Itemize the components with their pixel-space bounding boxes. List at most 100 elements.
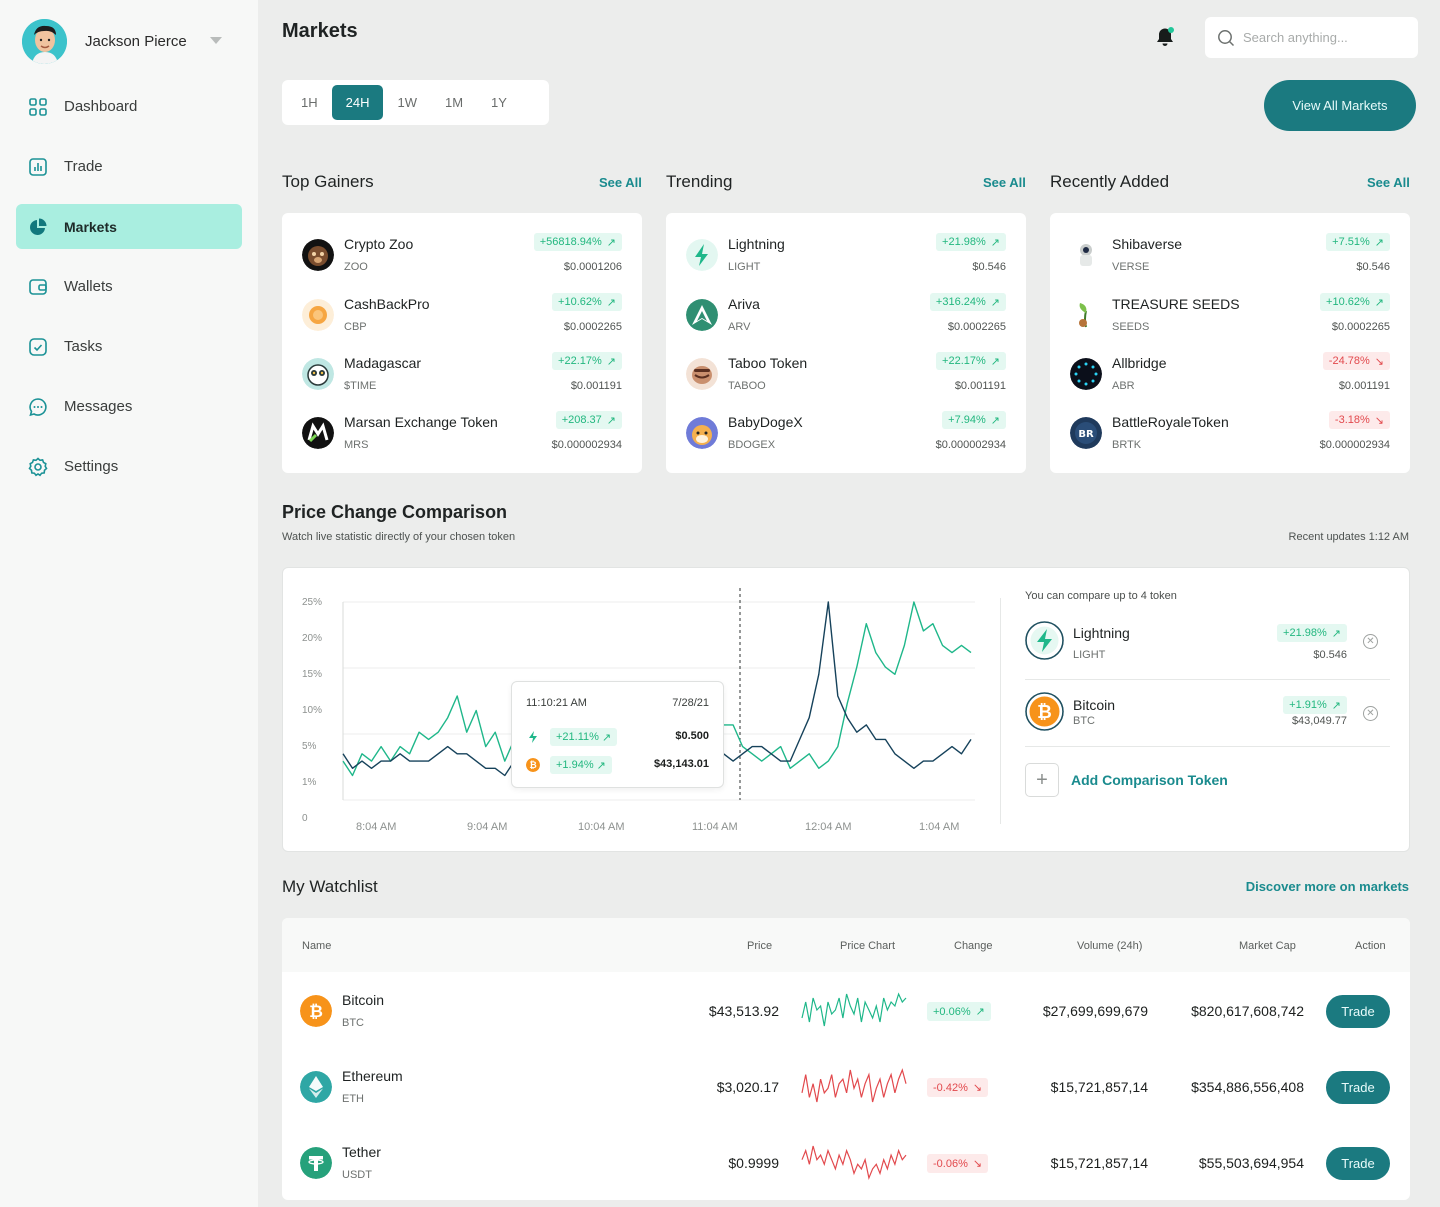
token-row[interactable]: Lightning LIGHT +21.98% ↗ $0.546 [686, 233, 1006, 277]
table-header: Name Price Price Chart Change Volume (24… [282, 918, 1410, 972]
timeframe-selector: 1H 24H 1W 1M 1Y [282, 80, 549, 125]
token-row[interactable]: CashBackPro CBP +10.62% ↗ $0.0002265 [302, 293, 622, 337]
sidebar-item-label: Tasks [64, 338, 103, 355]
tooltip-change-value: +1.94% [556, 759, 594, 771]
token-row[interactable]: TREASURE SEEDS SEEDS +10.62% ↗ $0.0002265 [1070, 293, 1390, 337]
bell-icon[interactable] [1154, 26, 1176, 48]
search-input[interactable] [1243, 30, 1403, 45]
timeframe-24h[interactable]: 24H [331, 85, 384, 120]
header-market-cap: Market Cap [1239, 940, 1296, 952]
sidebar-item-wallets[interactable]: Wallets [16, 264, 242, 309]
compare-token-price: $43,049.77 [1291, 715, 1347, 727]
token-symbol: ZOO [344, 261, 368, 273]
coin-price: $43,513.92 [708, 1003, 779, 1019]
coin-volume: $15,721,857,14 [1050, 1155, 1148, 1171]
see-all-trending[interactable]: See All [983, 175, 1026, 190]
token-row[interactable]: Shibaverse VERSE +7.51% ↗ $0.546 [1070, 233, 1390, 277]
compare-token-lightning[interactable]: Lightning LIGHT +21.98% ↗ $0.546 ✕ [1025, 611, 1390, 677]
sidebar-item-markets[interactable]: Markets [16, 204, 242, 249]
sidebar-item-label: Wallets [64, 278, 113, 295]
compare-change-value: +1.91% [1289, 699, 1327, 711]
header-change: Change [954, 940, 993, 952]
token-symbol: SEEDS [1112, 321, 1150, 333]
y-tick-label: 25% [302, 597, 322, 608]
compare-token-bitcoin[interactable]: ₿ Bitcoin BTC +1.91% ↗ $43,049.77 ✕ [1025, 682, 1390, 748]
table-row[interactable]: ₿ Bitcoin BTC $43,513.92 +0.06% ↗ $27,699,699,… [282, 972, 1410, 1048]
table-row[interactable]: Tether USDT $0.9999 -0.06% ↘ $15,721,857,14 $5… [282, 1124, 1410, 1200]
bitcoin-icon: ₿ [1025, 692, 1064, 731]
comparison-subtitle: Watch live statistic directly of your ch… [282, 531, 516, 543]
crypto-zoo-icon [302, 239, 334, 271]
y-tick-label: 0 [302, 813, 308, 824]
arrow-up-right-icon: ↗ [1374, 296, 1384, 309]
token-name: BattleRoyaleToken [1112, 414, 1229, 430]
token-price: $0.001191 [954, 380, 1006, 392]
trade-button[interactable]: Trade [1326, 995, 1390, 1028]
compare-token-symbol: LIGHT [1073, 649, 1106, 661]
change-value: +10.62% [558, 296, 602, 308]
timeframe-1w[interactable]: 1W [383, 85, 431, 120]
header-volume: Volume (24h) [1077, 940, 1143, 952]
token-name: CashBackPro [344, 296, 430, 312]
change-badge: +56818.94% ↗ [533, 233, 622, 251]
change-value: -24.78% [1328, 355, 1370, 367]
compare-token-change: +21.98% ↗ [1277, 624, 1347, 642]
token-row[interactable]: Crypto Zoo ZOO +56818.94% ↗ $0.0001206 [302, 233, 622, 277]
comparison-updated: Recent updates 1:12 AM [1288, 531, 1409, 543]
coin-symbol: BTC [342, 1017, 364, 1029]
token-row[interactable]: BabyDogeX BDOGEX +7.94% ↗ $0.000002934 [686, 411, 1006, 455]
remove-compare-icon[interactable]: ✕ [1363, 706, 1378, 721]
token-row[interactable]: Allbridge ABR -24.78% ↘ $0.001191 [1070, 352, 1390, 396]
trade-button[interactable]: Trade [1326, 1071, 1390, 1104]
trade-button[interactable]: Trade [1326, 1147, 1390, 1180]
bitcoin-icon: ₿ [526, 758, 540, 772]
token-row[interactable]: Taboo Token TABOO +22.17% ↗ $0.001191 [686, 352, 1006, 396]
see-all-recently-added[interactable]: See All [1367, 175, 1410, 190]
timeframe-1y[interactable]: 1Y [477, 85, 521, 120]
tooltip-change: +1.94% ↗ [550, 756, 612, 774]
token-row[interactable]: BR BattleRoyaleToken BRTK -3.18% ↘ $0.0000029… [1070, 411, 1390, 455]
sidebar-item-settings[interactable]: Settings [16, 444, 242, 489]
tooltip-time: 11:10:21 AM [526, 697, 587, 709]
user-profile[interactable]: Jackson Pierce [22, 18, 232, 64]
discover-more-link[interactable]: Discover more on markets [1246, 879, 1409, 894]
arrow-up-right-icon: ↗ [1331, 627, 1341, 640]
token-row[interactable]: Ariva ARV +316.24% ↗ $0.0002265 [686, 293, 1006, 337]
cashbackpro-icon [302, 299, 334, 331]
change-badge: +7.94% ↗ [942, 411, 1006, 429]
coin-price: $0.9999 [728, 1155, 779, 1171]
change-badge: -0.06% ↘ [927, 1154, 989, 1173]
token-symbol: BRTK [1112, 439, 1142, 451]
table-row[interactable]: Ethereum ETH $3,020.17 -0.42% ↘ $15,721,857,1… [282, 1048, 1410, 1124]
chevron-down-icon[interactable] [210, 37, 222, 44]
add-comparison-token-button[interactable]: + Add Comparison Token [1025, 763, 1228, 797]
change-value: -3.18% [1334, 414, 1370, 426]
token-row[interactable]: Marsan Exchange Token MRS +208.37 ↗ $0.00000… [302, 411, 622, 455]
see-all-top-gainers[interactable]: See All [599, 175, 642, 190]
x-tick-label: 9:04 AM [467, 821, 507, 833]
timeframe-1h[interactable]: 1H [287, 85, 332, 120]
treasure-seeds-icon [1070, 299, 1102, 331]
babydogex-icon [686, 417, 718, 449]
token-row[interactable]: Madagascar $TIME +22.17% ↗ $0.001191 [302, 352, 622, 396]
sparkline-line [801, 1145, 907, 1181]
sidebar-item-tasks[interactable]: Tasks [16, 324, 242, 369]
sidebar-item-trade[interactable]: Trade [16, 144, 242, 189]
sidebar-item-messages[interactable]: Messages [16, 384, 242, 429]
x-tick-label: 12:04 AM [805, 821, 851, 833]
sparkline-line [801, 992, 907, 1027]
ariva-icon [686, 299, 718, 331]
arrow-down-right-icon: ↘ [972, 1082, 983, 1094]
tooltip-change: +21.11% ↗ [550, 728, 618, 746]
view-all-markets-button[interactable]: View All Markets [1264, 80, 1416, 131]
ethereum-icon [300, 1071, 332, 1103]
token-price: $0.0001206 [563, 261, 622, 273]
search-bar[interactable] [1205, 17, 1418, 58]
tooltip-row-lightning: +21.11% ↗ $0.500 [526, 727, 709, 747]
arrow-up-right-icon: ↗ [606, 236, 616, 249]
remove-compare-icon[interactable]: ✕ [1363, 634, 1378, 649]
x-tick-label: 1:04 AM [919, 821, 959, 833]
sidebar-item-dashboard[interactable]: Dashboard [16, 84, 242, 129]
add-comparison-label: Add Comparison Token [1071, 772, 1228, 788]
timeframe-1m[interactable]: 1M [431, 85, 477, 120]
